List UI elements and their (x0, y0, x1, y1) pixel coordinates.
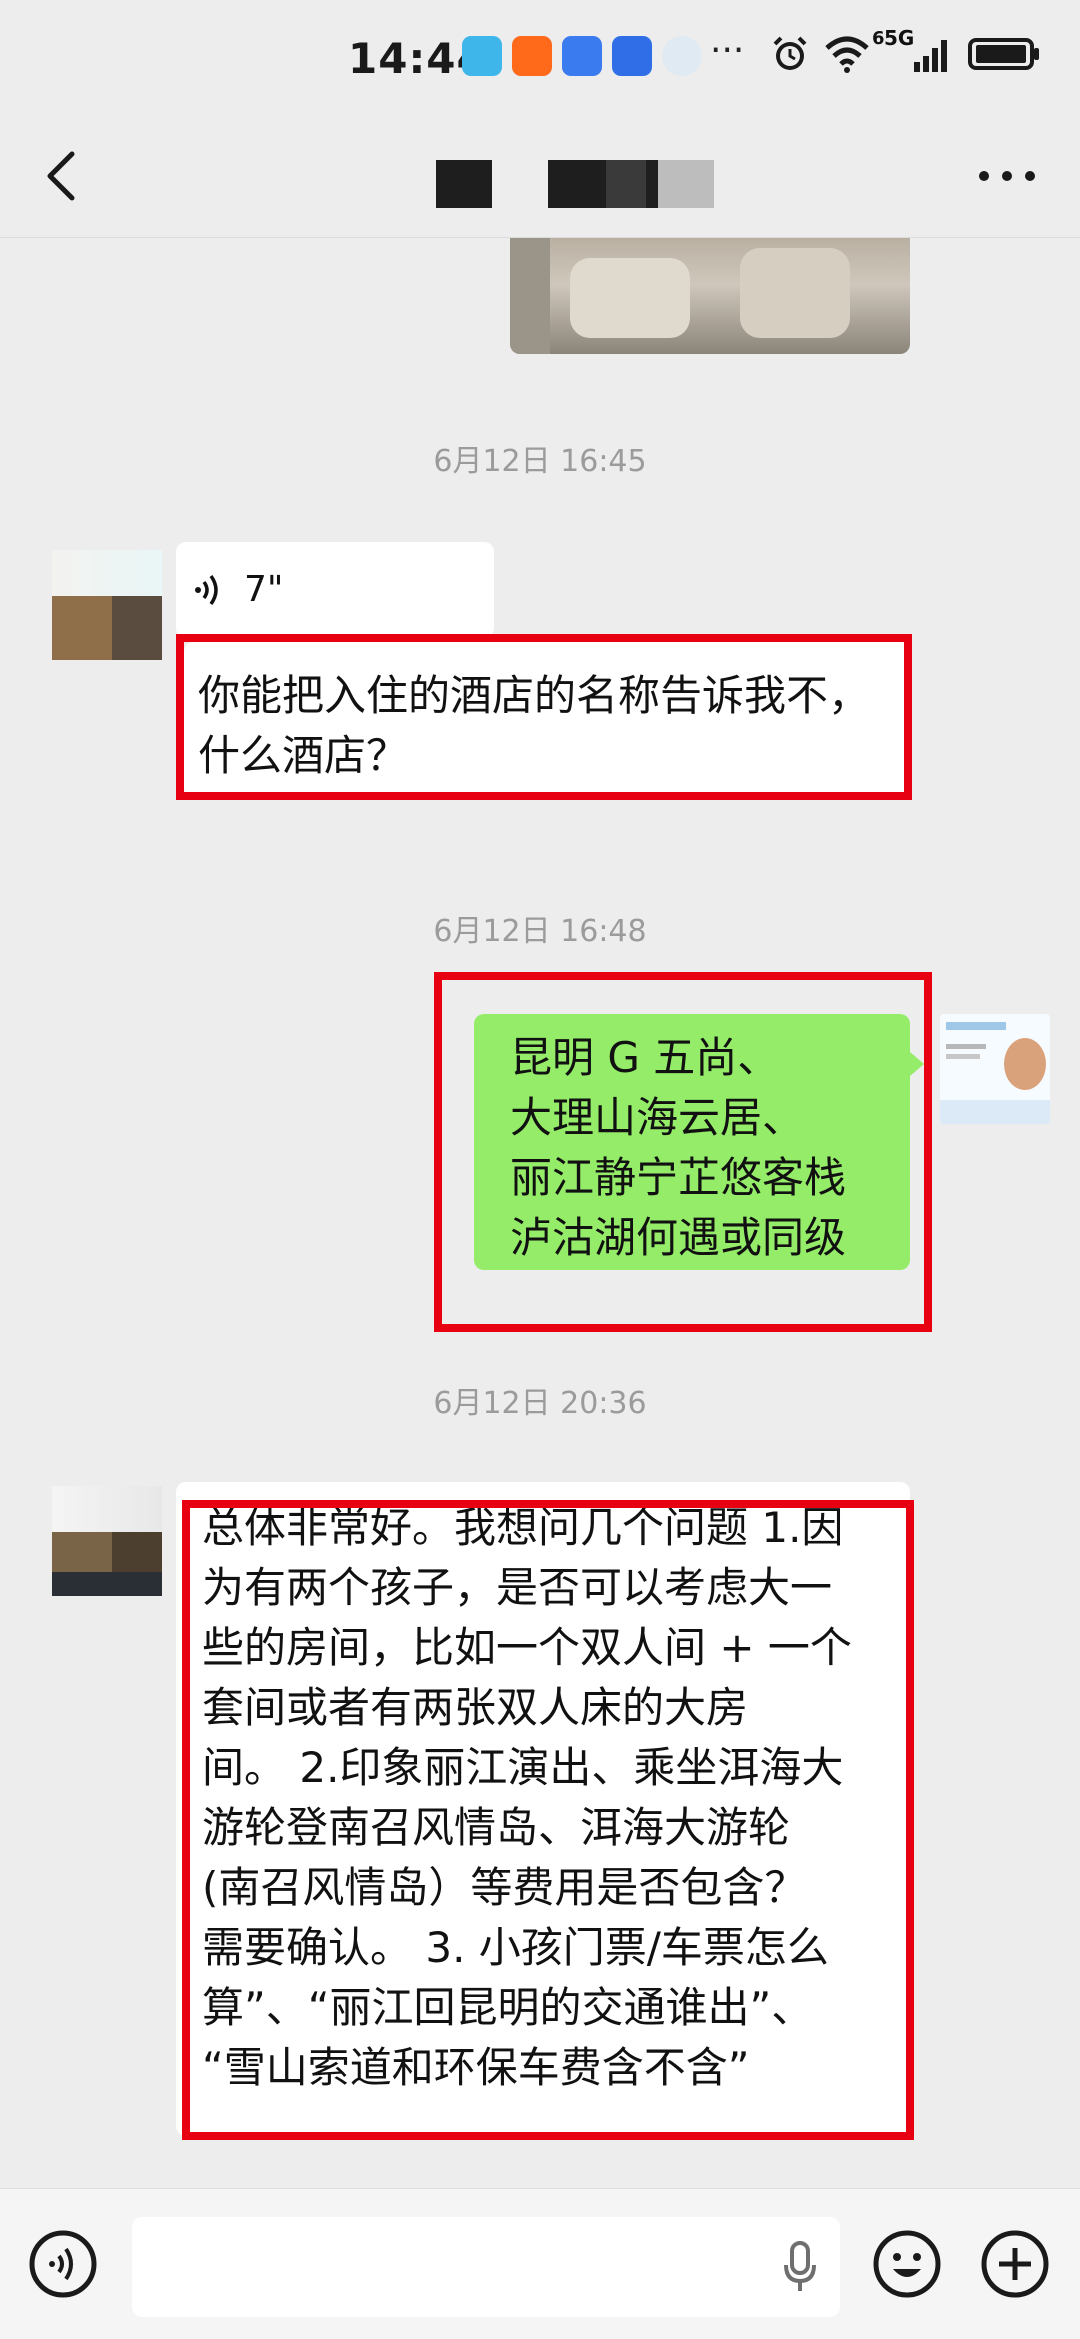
wifi-icon (825, 36, 869, 73)
book-app-icon (462, 36, 502, 76)
message-timestamp: 6月12日 16:45 (433, 444, 647, 479)
status-bar: 14:44 ··· 6 5G (0, 0, 1080, 118)
message-line: 套间或者有两张双人床的大房 (202, 1683, 749, 1732)
message-line: 丽江静宁芷悠客栈 (510, 1153, 847, 1202)
message-line: 为有两个孩子，是否可以考虑大一 (202, 1563, 833, 1612)
message-bubble-self[interactable]: 昆明 G 五尚、 大理山海云居、 丽江静宁芷悠客栈 泸沽湖何遇或同级 (474, 1014, 910, 1270)
more-notifications-icon: ··· (710, 30, 745, 71)
message-bubble[interactable]: 你能把入住的酒店的名称告诉我不，什么酒店？ (184, 642, 910, 798)
avatar[interactable] (52, 1486, 162, 1596)
emoji-icon[interactable] (872, 2229, 942, 2299)
chat-area[interactable]: 6月12日 16:45 7" 你能把入住的酒店的名称告诉我不，什么酒店？ 6月1… (0, 238, 1080, 2188)
blue-app-icon (612, 36, 652, 76)
message-line: 需要确认。 3. 小孩门票/车票怎么 (202, 1923, 829, 1972)
voice-mode-icon[interactable] (28, 2229, 98, 2299)
message-input[interactable] (132, 2217, 840, 2317)
blue-app-icon (562, 36, 602, 76)
message-line: “雪山索道和环保车费含不含” (202, 2043, 750, 2092)
message-line: 间。 2.印象丽江演出、乘坐洱海大 (202, 1743, 844, 1792)
bubble-tail (910, 1052, 924, 1076)
battery-icon (968, 38, 1039, 70)
microphone-icon[interactable] (780, 2239, 820, 2295)
cell-signal: 6 5G (872, 26, 954, 74)
signal-bars-icon (914, 40, 947, 72)
message-line: 些的房间，比如一个双人间 + 一个 (202, 1623, 852, 1672)
message-line: 大理山海云居、 (510, 1093, 805, 1142)
plus-icon[interactable] (980, 2229, 1050, 2299)
message-line: 算”、“丽江回昆明的交通谁出”、 (202, 1983, 814, 2032)
voice-duration: 7" (244, 569, 284, 610)
message-line: 昆明 G 五尚、 (510, 1033, 780, 1082)
globe-app-icon (662, 36, 702, 76)
sim-tag: 6 (872, 28, 885, 49)
input-bar (0, 2188, 1080, 2339)
voice-wave-icon (195, 574, 218, 606)
chat-header (0, 118, 1080, 238)
chevron-left-icon[interactable] (38, 146, 88, 206)
message-line: 总体非常好。我想问几个问题 1.因 (202, 1503, 844, 1552)
message-line: 游轮登南召风情岛、洱海大游轮 (202, 1803, 791, 1852)
chat-title-redacted (436, 160, 716, 208)
message-timestamp: 6月12日 20:36 (433, 1386, 647, 1421)
message-timestamp: 6月12日 16:48 (433, 914, 647, 949)
status-indicators: 6 5G (770, 26, 1040, 74)
message-bubble[interactable]: 总体非常好。我想问几个问题 1.因 为有两个孩子，是否可以考虑大一 些的房间，比… (176, 1482, 910, 2136)
message-line: (南召风情岛）等费用是否包含？ (202, 1863, 807, 1912)
notification-icons (462, 36, 702, 76)
message-line: 泸沽湖何遇或同级 (510, 1213, 847, 1262)
alarm-icon (773, 36, 807, 70)
avatar[interactable] (52, 550, 162, 660)
voice-message[interactable]: 7" (176, 542, 494, 638)
taobao-app-icon (512, 36, 552, 76)
message-text: 你能把入住的酒店的名称告诉我不，什么酒店？ (198, 671, 871, 780)
avatar-self[interactable] (940, 1014, 1050, 1124)
more-horizontal-icon[interactable] (972, 146, 1042, 206)
image-message[interactable] (510, 238, 910, 354)
